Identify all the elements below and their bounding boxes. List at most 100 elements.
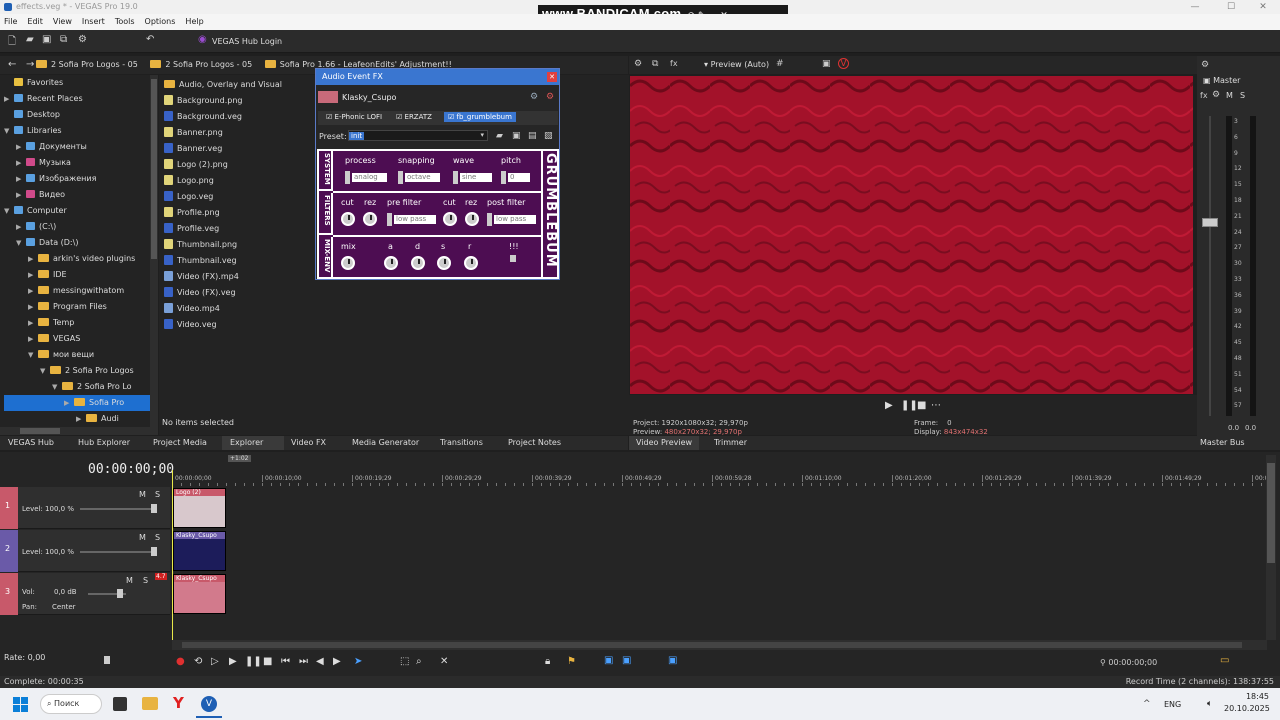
tree-item[interactable]: ▶ arkin's video plugins [4, 251, 152, 267]
extra-switch[interactable] [510, 255, 516, 262]
tree-item[interactable]: ▶ messingwithatom [4, 283, 152, 299]
rez-knob-2[interactable] [465, 212, 479, 226]
breadcrumb-item[interactable]: 2 Sofia Pro Logos - 05 [165, 60, 252, 69]
chevron-right-icon[interactable]: ▶ [28, 299, 38, 315]
chevron-right-icon[interactable]: ▶ [28, 251, 38, 267]
preview-quality-dropdown[interactable]: ▾ Preview (Auto) [704, 60, 769, 69]
language-indicator[interactable]: ENG [1164, 700, 1181, 709]
track-level-handle[interactable] [151, 547, 157, 556]
master-fader-handle[interactable] [1202, 218, 1218, 227]
chevron-right-icon[interactable]: ▶ [76, 411, 86, 427]
chain-plugin-3[interactable]: ☑ fb_grumblebum [444, 112, 516, 122]
track-volume-handle[interactable] [117, 589, 123, 598]
wave-select[interactable]: sine [460, 173, 492, 182]
stop-button[interactable]: ■ [917, 400, 926, 411]
process-switch[interactable] [345, 171, 350, 184]
chevron-right-icon[interactable]: ▶ [64, 395, 74, 411]
chain-plugin-2[interactable]: ☑ ERZATZ [396, 113, 432, 121]
tree-item[interactable]: ▶ Recent Places [4, 91, 152, 107]
render-icon[interactable]: ⧉ [60, 34, 67, 45]
tree-item[interactable]: Favorites [4, 75, 152, 91]
undo-icon[interactable]: ↶ [146, 34, 154, 45]
marker-icon[interactable]: ⚑ [567, 656, 576, 667]
forward-icon[interactable]: → [26, 59, 34, 70]
transport-stop-button[interactable]: ■ [263, 656, 272, 667]
vegas-taskbar-icon[interactable]: V [201, 696, 217, 712]
delete-icon[interactable]: ✕ [440, 656, 448, 667]
more-icon[interactable]: ⋯ [931, 400, 941, 411]
task-view-icon[interactable] [113, 697, 127, 711]
file-item[interactable]: Audio, Overlay and Visual [164, 77, 324, 93]
file-item[interactable]: Background.png [164, 93, 324, 109]
master-gear-icon[interactable]: ⚙ [1212, 90, 1220, 100]
region-icon[interactable]: ▭ [1220, 655, 1229, 666]
process-select[interactable]: analog [352, 173, 387, 182]
tree-item[interactable]: ▶ VEGAS [4, 331, 152, 347]
release-knob[interactable] [464, 256, 478, 270]
pitch-switch[interactable] [501, 171, 506, 184]
track-level-slider[interactable] [80, 508, 156, 510]
master-mute-button[interactable]: M [1226, 91, 1233, 100]
tree-item[interactable]: ▶ Видео [4, 187, 152, 203]
menu-options[interactable]: Options [145, 17, 176, 26]
plugin-chain-icon[interactable]: ⚙ [530, 92, 538, 102]
snapshot-icon[interactable]: ▣ [822, 59, 831, 69]
file-item[interactable]: Banner.png [164, 125, 324, 141]
track-solo-button[interactable]: S [143, 576, 148, 585]
tab-media-generator[interactable]: Media Generator [352, 436, 419, 450]
pitch-value[interactable]: 0 [508, 173, 530, 182]
tree-item[interactable]: ▼ Data (D:\) [4, 235, 152, 251]
menu-view[interactable]: View [53, 17, 72, 26]
file-item[interactable]: Video.mp4 [164, 301, 324, 317]
tab-project-notes[interactable]: Project Notes [508, 436, 561, 450]
pause-button[interactable]: ❚❚ [901, 400, 918, 411]
overlays-icon[interactable]: # [776, 59, 784, 69]
external-monitor-icon[interactable]: ⧉ [652, 59, 658, 69]
file-item[interactable]: Logo.png [164, 173, 324, 189]
timeline-clip[interactable]: Logo (2) [173, 488, 226, 528]
tab-transitions[interactable]: Transitions [440, 436, 483, 450]
taskbar-search[interactable]: ⌕ Поиск [40, 694, 102, 714]
tree-item[interactable]: ▶ IDE [4, 267, 152, 283]
zoom-tool-icon[interactable]: ⌕ [416, 656, 422, 667]
rez-knob[interactable] [363, 212, 377, 226]
menu-file[interactable]: File [4, 17, 17, 26]
chevron-right-icon[interactable]: ▶ [4, 91, 14, 107]
maximize-button[interactable]: ☐ [1214, 0, 1248, 14]
decay-knob[interactable] [411, 256, 425, 270]
menu-insert[interactable]: Insert [82, 17, 105, 26]
transport-pause-button[interactable]: ❚❚ [245, 656, 262, 667]
file-item[interactable]: Background.veg [164, 109, 324, 125]
loop-button[interactable]: ⟲ [194, 656, 202, 667]
save-icon[interactable]: ▣ [42, 34, 51, 45]
next-frame-button[interactable]: ▶ [333, 656, 341, 667]
track-solo-button[interactable]: S [155, 533, 160, 542]
file-explorer-icon[interactable] [142, 697, 158, 710]
preview-settings-icon[interactable]: ⚙ [634, 59, 642, 69]
timeline-marker[interactable]: +1:02 [228, 455, 251, 462]
tree-hscrollbar[interactable] [0, 427, 158, 435]
tree-item[interactable]: ▼ 2 Sofia Pro Logos [4, 363, 152, 379]
snapping-switch[interactable] [398, 171, 403, 184]
tab-vegas-hub[interactable]: VEGAS Hub [8, 436, 54, 450]
timeline-ruler[interactable]: 00:00:00;00 00:00:10;00 00:00:19;29 00:00:2… [172, 466, 1272, 486]
master-settings-icon[interactable]: ⚙ [1201, 60, 1209, 70]
sustain-knob[interactable] [437, 256, 451, 270]
cut-knob-2[interactable] [443, 212, 457, 226]
tab-video-preview[interactable]: Video Preview [629, 436, 699, 450]
tree-item[interactable]: ▶ Sofia Pro [4, 395, 152, 411]
file-item[interactable]: Video (FX).veg [164, 285, 324, 301]
remove-plugin-icon[interactable]: ⚙ [546, 92, 554, 102]
back-icon[interactable]: ← [8, 59, 16, 70]
chevron-right-icon[interactable]: ▶ [28, 315, 38, 331]
preset-options-icon[interactable]: ▧ [544, 131, 553, 141]
timeline-hscrollbar[interactable] [172, 640, 1267, 650]
record-button[interactable]: ● [176, 656, 185, 667]
file-item[interactable]: Profile.veg [164, 221, 324, 237]
expand-icon[interactable]: ▼ [4, 203, 14, 219]
settings-icon[interactable]: ⚙ [78, 34, 87, 45]
tree-item[interactable]: ▶ Program Files [4, 299, 152, 315]
tree-item[interactable]: ▶ Audi [4, 411, 152, 427]
expand-icon[interactable]: ▶ [16, 219, 26, 235]
pre-filter-select[interactable]: low pass [394, 215, 436, 224]
